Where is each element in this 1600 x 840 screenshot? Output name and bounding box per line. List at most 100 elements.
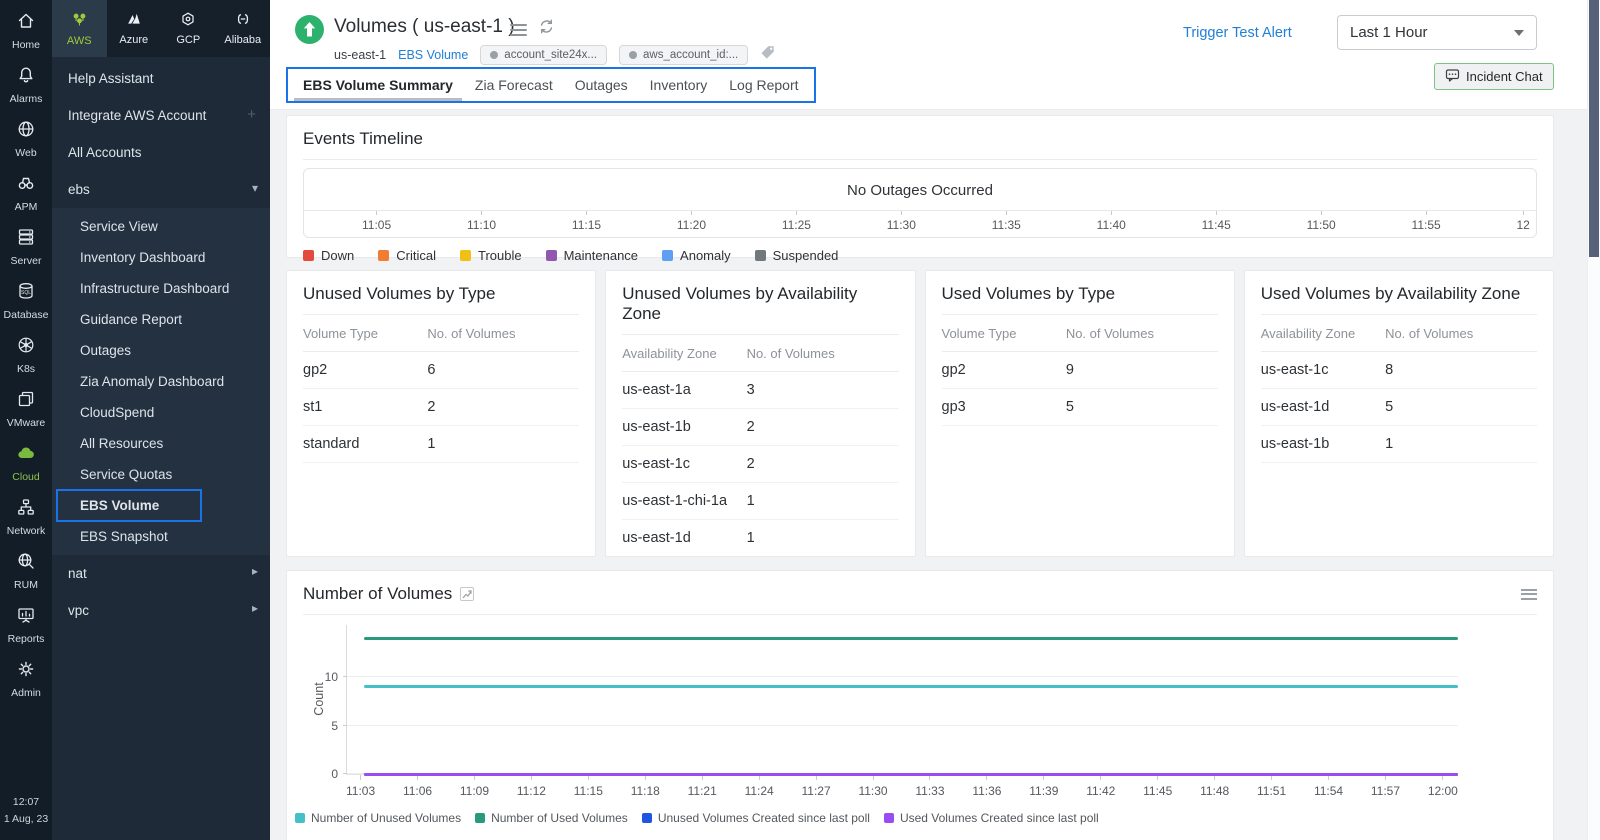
submenu-item[interactable]: EBS Volume bbox=[52, 490, 270, 521]
rail-item-vmware[interactable]: VMware bbox=[0, 382, 52, 436]
column-header: Availability Zone bbox=[1261, 326, 1385, 341]
cloud-provider-tabs: AWS Azure GCP Alibaba bbox=[52, 0, 270, 57]
legend-item[interactable]: Number of Used Volumes bbox=[475, 811, 628, 825]
rum-globe-magnifier-icon bbox=[16, 551, 36, 576]
legend-item[interactable]: Used Volumes Created since last poll bbox=[884, 811, 1099, 825]
tab[interactable]: Outages bbox=[564, 69, 639, 101]
table-row: gp2 9 bbox=[942, 352, 1218, 389]
rail-item-k8s[interactable]: K8s bbox=[0, 328, 52, 382]
rail-item-rum[interactable]: RUM bbox=[0, 544, 52, 598]
y-axis-tick-label: 10 bbox=[325, 670, 338, 684]
rail-item-cloud[interactable]: Cloud bbox=[0, 436, 52, 490]
web-globe-icon bbox=[16, 119, 36, 144]
tab[interactable]: EBS Volume Summary bbox=[292, 69, 464, 101]
table-cell-value: 1 bbox=[747, 493, 899, 509]
tick-mark bbox=[1385, 775, 1386, 780]
monitor-tabs: EBS Volume Summary Zia Forecast Outages … bbox=[286, 67, 816, 103]
sidebar-item-help-assistant[interactable]: Help Assistant bbox=[52, 60, 270, 97]
tick-mark bbox=[474, 775, 475, 780]
tick-mark bbox=[1216, 211, 1217, 215]
rail-item-database[interactable]: SQL Database bbox=[0, 274, 52, 328]
table-cell-key: us-east-1c bbox=[622, 456, 746, 472]
tab[interactable]: Log Report bbox=[718, 69, 809, 101]
rail-item-admin[interactable]: Admin bbox=[0, 652, 52, 706]
rail-item-reports[interactable]: Reports bbox=[0, 598, 52, 652]
time-range-select[interactable]: Last 1 Hour bbox=[1337, 15, 1537, 50]
tick-mark bbox=[1328, 775, 1329, 780]
tag-chip[interactable]: account_site24x... bbox=[480, 45, 607, 65]
legend-item[interactable]: Number of Unused Volumes bbox=[295, 811, 461, 825]
submenu-item[interactable]: Inventory Dashboard bbox=[52, 242, 270, 273]
table-row: us-east-1c 2 bbox=[622, 446, 898, 483]
legend-color-chip bbox=[378, 250, 389, 261]
sidebar-group-nat[interactable]: nat ▸ bbox=[52, 555, 270, 592]
provider-tab-azure[interactable]: Azure bbox=[107, 0, 162, 57]
rail-item-apm[interactable]: APM bbox=[0, 166, 52, 220]
submenu-item[interactable]: Infrastructure Dashboard bbox=[52, 273, 270, 304]
timeline-tick: 11:25 bbox=[782, 211, 811, 237]
tab[interactable]: Zia Forecast bbox=[464, 69, 564, 101]
series-line bbox=[364, 637, 1458, 640]
sidebar-item-all-accounts[interactable]: All Accounts bbox=[52, 134, 270, 171]
chart-menu-icon[interactable] bbox=[1521, 586, 1537, 602]
trigger-test-alert-link[interactable]: Trigger Test Alert bbox=[1183, 25, 1292, 41]
chart-legend: Number of Unused Volumes Number of Used … bbox=[295, 811, 1553, 825]
events-timeline-card: Events Timeline No Outages Occurred 11:0… bbox=[286, 115, 1554, 258]
submenu-item[interactable]: Zia Anomaly Dashboard bbox=[52, 366, 270, 397]
sidebar-group-vpc[interactable]: vpc ▸ bbox=[52, 592, 270, 629]
provider-tab-aws[interactable]: AWS bbox=[52, 0, 107, 57]
tick-mark bbox=[873, 775, 874, 780]
scrollbar-thumb[interactable] bbox=[1589, 0, 1599, 257]
table-row: us-east-1-chi-1a 1 bbox=[622, 483, 898, 520]
refresh-icon[interactable] bbox=[538, 18, 555, 40]
summary-table-card: Used Volumes by Type Volume Type No. of … bbox=[925, 270, 1235, 557]
provider-tab-gcp[interactable]: GCP bbox=[161, 0, 216, 57]
y-axis-tick-label: 5 bbox=[331, 719, 338, 733]
column-header: No. of Volumes bbox=[747, 346, 899, 361]
expand-chart-icon[interactable] bbox=[460, 587, 474, 601]
rail-item-server[interactable]: Server bbox=[0, 220, 52, 274]
gridline bbox=[347, 676, 1458, 677]
rail-item-alarms[interactable]: Alarms bbox=[0, 58, 52, 112]
tick-mark bbox=[929, 775, 930, 780]
submenu-item[interactable]: Guidance Report bbox=[52, 304, 270, 335]
tick-mark bbox=[901, 211, 902, 215]
column-header: Availability Zone bbox=[622, 346, 746, 361]
header-menu-icon[interactable] bbox=[510, 21, 527, 39]
tick-mark bbox=[588, 775, 589, 780]
table-row: gp3 5 bbox=[942, 389, 1218, 426]
rail-item-network[interactable]: Network bbox=[0, 490, 52, 544]
submenu-item[interactable]: Outages bbox=[52, 335, 270, 366]
monitor-type-link[interactable]: EBS Volume bbox=[398, 48, 468, 62]
provider-tab-alibaba[interactable]: Alibaba bbox=[216, 0, 271, 57]
summary-table-card: Unused Volumes by Availability Zone Avai… bbox=[605, 270, 915, 557]
rail-item-web[interactable]: Web bbox=[0, 112, 52, 166]
incident-chat-button[interactable]: Incident Chat bbox=[1434, 63, 1554, 90]
sidebar-item-integrate-aws-account[interactable]: Integrate AWS Account + bbox=[52, 97, 270, 134]
submenu-item[interactable]: All Resources bbox=[52, 428, 270, 459]
chart-area: Count 0510 11:03 11:06 bbox=[287, 625, 1553, 825]
legend-color-chip bbox=[642, 813, 652, 823]
sidebar-group-ebs[interactable]: ebs ▾ bbox=[52, 171, 270, 208]
tab[interactable]: Inventory bbox=[639, 69, 719, 101]
timeline-tick: 11:05 bbox=[362, 211, 391, 237]
legend-item[interactable]: Unused Volumes Created since last poll bbox=[642, 811, 870, 825]
rail-item-home[interactable]: Home bbox=[0, 4, 52, 58]
table-cell-key: gp3 bbox=[942, 399, 1066, 415]
timeline-tick: 11:40 bbox=[1097, 211, 1126, 237]
clock-date: 1 Aug, 23 bbox=[4, 811, 48, 828]
timeline-tick: 11:20 bbox=[677, 211, 706, 237]
tick-mark bbox=[1271, 775, 1272, 780]
tag-chip[interactable]: aws_account_id:... bbox=[619, 45, 748, 65]
apm-binoculars-icon bbox=[16, 173, 36, 198]
submenu-item[interactable]: Service View bbox=[52, 211, 270, 242]
submenu-item[interactable]: EBS Snapshot bbox=[52, 521, 270, 552]
tags-icon[interactable] bbox=[760, 45, 775, 65]
tick-mark bbox=[481, 211, 482, 215]
rail-clock: 12:07 1 Aug, 23 bbox=[4, 794, 48, 840]
x-axis-tick: 11:03 bbox=[346, 775, 375, 798]
table-cell-value: 8 bbox=[1385, 362, 1537, 378]
submenu-item[interactable]: Service Quotas bbox=[52, 459, 270, 490]
submenu-item[interactable]: CloudSpend bbox=[52, 397, 270, 428]
table-cell-value: 1 bbox=[747, 530, 899, 546]
